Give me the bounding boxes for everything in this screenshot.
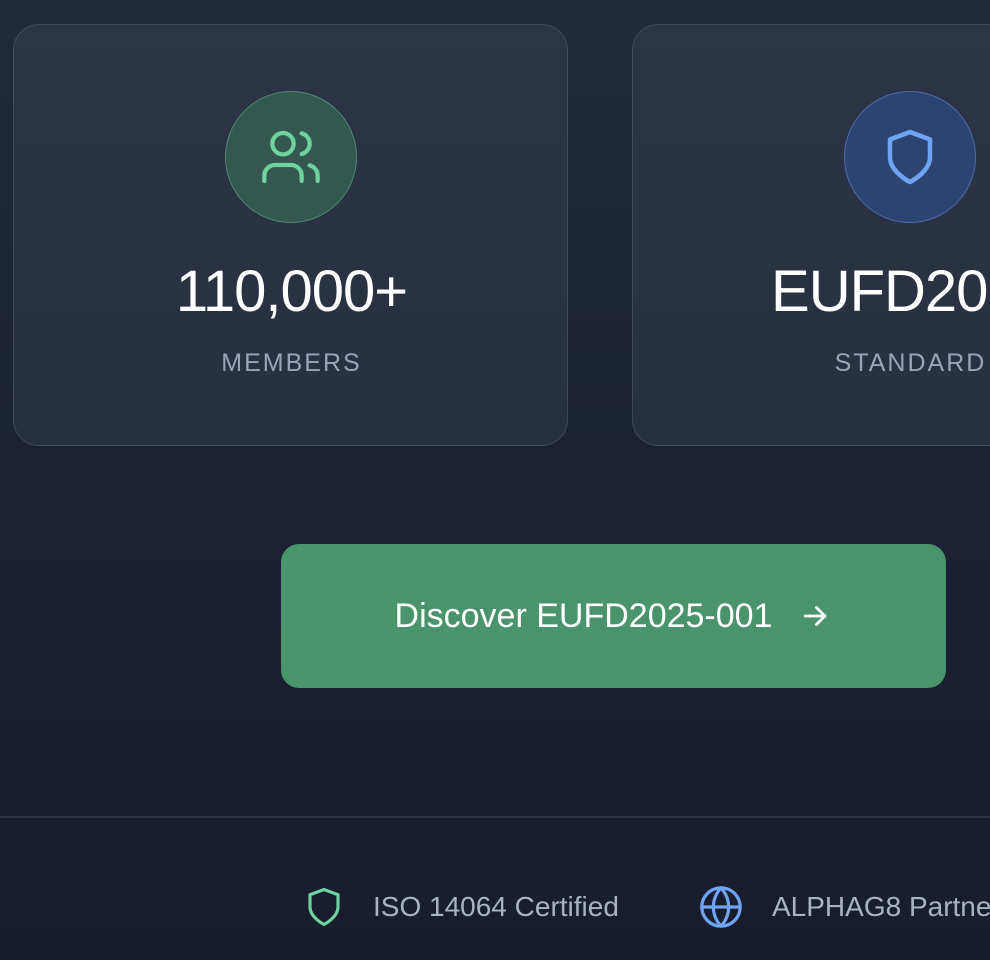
iso-badge-text: ISO 14064 Certified [373,891,619,922]
members-icon-circle [225,91,357,223]
iso-badge: ISO 14064 Certified [303,884,619,930]
discover-button-label: Discover EUFD2025-001 [394,597,773,635]
globe-icon [700,886,742,928]
discover-button[interactable]: Discover EUFD2025-001 [281,544,946,688]
members-label: MEMBERS [221,349,362,377]
stat-card-standard: EUFD2025 STANDARD [632,24,990,446]
shield-icon [308,887,340,927]
standard-label: STANDARD [834,349,987,377]
members-count: 110,000+ [175,259,408,324]
shield-icon [887,129,933,185]
footer-divider [0,816,990,818]
partner-badge-text: ALPHAG8 Partner [772,891,990,922]
users-icon [262,130,320,184]
stat-card-members: 110,000+ MEMBERS [13,24,568,446]
standard-value: EUFD2025 [771,259,990,324]
arrow-right-icon [798,599,832,633]
partner-badge: ALPHAG8 Partner [698,884,990,930]
standard-icon-circle [844,91,976,223]
page: 110,000+ MEMBERS EUFD2025 STANDARD Disco… [0,0,990,960]
